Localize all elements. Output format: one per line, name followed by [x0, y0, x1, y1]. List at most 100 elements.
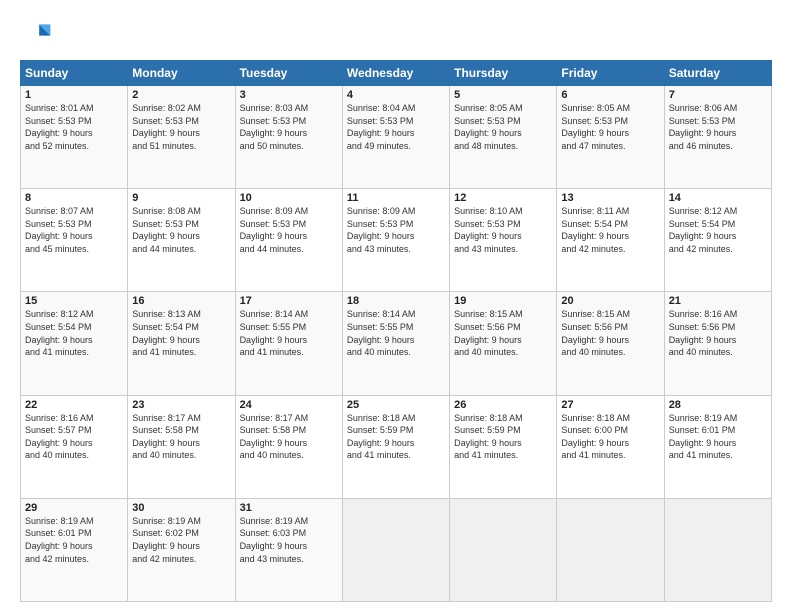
- calendar-table: SundayMondayTuesdayWednesdayThursdayFrid…: [20, 60, 772, 602]
- calendar-cell: [450, 498, 557, 601]
- day-number: 14: [669, 192, 767, 204]
- calendar-cell: 7 Sunrise: 8:06 AMSunset: 5:53 PMDayligh…: [664, 86, 771, 189]
- day-number: 19: [454, 295, 552, 307]
- day-info: Sunrise: 8:17 AMSunset: 5:58 PMDaylight:…: [240, 412, 338, 462]
- calendar-cell: 22 Sunrise: 8:16 AMSunset: 5:57 PMDaylig…: [21, 395, 128, 498]
- day-header-thursday: Thursday: [450, 61, 557, 86]
- day-info: Sunrise: 8:11 AMSunset: 5:54 PMDaylight:…: [561, 205, 659, 255]
- day-info: Sunrise: 8:13 AMSunset: 5:54 PMDaylight:…: [132, 308, 230, 358]
- day-number: 24: [240, 399, 338, 411]
- day-number: 21: [669, 295, 767, 307]
- day-number: 2: [132, 89, 230, 101]
- day-info: Sunrise: 8:18 AMSunset: 6:00 PMDaylight:…: [561, 412, 659, 462]
- calendar-week-2: 8 Sunrise: 8:07 AMSunset: 5:53 PMDayligh…: [21, 189, 772, 292]
- day-number: 1: [25, 89, 123, 101]
- day-info: Sunrise: 8:09 AMSunset: 5:53 PMDaylight:…: [347, 205, 445, 255]
- day-info: Sunrise: 8:15 AMSunset: 5:56 PMDaylight:…: [454, 308, 552, 358]
- calendar-cell: 30 Sunrise: 8:19 AMSunset: 6:02 PMDaylig…: [128, 498, 235, 601]
- logo: [20, 18, 56, 50]
- calendar-cell: 29 Sunrise: 8:19 AMSunset: 6:01 PMDaylig…: [21, 498, 128, 601]
- calendar-cell: 16 Sunrise: 8:13 AMSunset: 5:54 PMDaylig…: [128, 292, 235, 395]
- page: SundayMondayTuesdayWednesdayThursdayFrid…: [0, 0, 792, 612]
- calendar-cell: 3 Sunrise: 8:03 AMSunset: 5:53 PMDayligh…: [235, 86, 342, 189]
- day-info: Sunrise: 8:19 AMSunset: 6:03 PMDaylight:…: [240, 515, 338, 565]
- day-info: Sunrise: 8:19 AMSunset: 6:01 PMDaylight:…: [669, 412, 767, 462]
- day-header-wednesday: Wednesday: [342, 61, 449, 86]
- day-info: Sunrise: 8:16 AMSunset: 5:56 PMDaylight:…: [669, 308, 767, 358]
- calendar-cell: 27 Sunrise: 8:18 AMSunset: 6:00 PMDaylig…: [557, 395, 664, 498]
- day-number: 20: [561, 295, 659, 307]
- calendar-cell: 6 Sunrise: 8:05 AMSunset: 5:53 PMDayligh…: [557, 86, 664, 189]
- calendar-week-1: 1 Sunrise: 8:01 AMSunset: 5:53 PMDayligh…: [21, 86, 772, 189]
- day-info: Sunrise: 8:15 AMSunset: 5:56 PMDaylight:…: [561, 308, 659, 358]
- day-info: Sunrise: 8:07 AMSunset: 5:53 PMDaylight:…: [25, 205, 123, 255]
- calendar-cell: 14 Sunrise: 8:12 AMSunset: 5:54 PMDaylig…: [664, 189, 771, 292]
- day-info: Sunrise: 8:06 AMSunset: 5:53 PMDaylight:…: [669, 102, 767, 152]
- day-header-friday: Friday: [557, 61, 664, 86]
- calendar-cell: 19 Sunrise: 8:15 AMSunset: 5:56 PMDaylig…: [450, 292, 557, 395]
- calendar-cell: 24 Sunrise: 8:17 AMSunset: 5:58 PMDaylig…: [235, 395, 342, 498]
- day-number: 16: [132, 295, 230, 307]
- day-info: Sunrise: 8:10 AMSunset: 5:53 PMDaylight:…: [454, 205, 552, 255]
- calendar-cell: 28 Sunrise: 8:19 AMSunset: 6:01 PMDaylig…: [664, 395, 771, 498]
- day-info: Sunrise: 8:09 AMSunset: 5:53 PMDaylight:…: [240, 205, 338, 255]
- day-info: Sunrise: 8:14 AMSunset: 5:55 PMDaylight:…: [240, 308, 338, 358]
- calendar-cell: 2 Sunrise: 8:02 AMSunset: 5:53 PMDayligh…: [128, 86, 235, 189]
- day-header-sunday: Sunday: [21, 61, 128, 86]
- day-header-monday: Monday: [128, 61, 235, 86]
- calendar-cell: 15 Sunrise: 8:12 AMSunset: 5:54 PMDaylig…: [21, 292, 128, 395]
- day-number: 7: [669, 89, 767, 101]
- day-number: 6: [561, 89, 659, 101]
- calendar-cell: 11 Sunrise: 8:09 AMSunset: 5:53 PMDaylig…: [342, 189, 449, 292]
- day-number: 10: [240, 192, 338, 204]
- calendar-cell: 13 Sunrise: 8:11 AMSunset: 5:54 PMDaylig…: [557, 189, 664, 292]
- calendar-cell: 9 Sunrise: 8:08 AMSunset: 5:53 PMDayligh…: [128, 189, 235, 292]
- calendar-cell: 21 Sunrise: 8:16 AMSunset: 5:56 PMDaylig…: [664, 292, 771, 395]
- day-number: 31: [240, 502, 338, 514]
- calendar-cell: 31 Sunrise: 8:19 AMSunset: 6:03 PMDaylig…: [235, 498, 342, 601]
- calendar-cell: 20 Sunrise: 8:15 AMSunset: 5:56 PMDaylig…: [557, 292, 664, 395]
- header: [20, 18, 772, 50]
- calendar-cell: 10 Sunrise: 8:09 AMSunset: 5:53 PMDaylig…: [235, 189, 342, 292]
- day-info: Sunrise: 8:14 AMSunset: 5:55 PMDaylight:…: [347, 308, 445, 358]
- calendar-cell: 4 Sunrise: 8:04 AMSunset: 5:53 PMDayligh…: [342, 86, 449, 189]
- day-info: Sunrise: 8:17 AMSunset: 5:58 PMDaylight:…: [132, 412, 230, 462]
- day-number: 5: [454, 89, 552, 101]
- day-number: 23: [132, 399, 230, 411]
- calendar-cell: 17 Sunrise: 8:14 AMSunset: 5:55 PMDaylig…: [235, 292, 342, 395]
- calendar-cell: 25 Sunrise: 8:18 AMSunset: 5:59 PMDaylig…: [342, 395, 449, 498]
- calendar-week-4: 22 Sunrise: 8:16 AMSunset: 5:57 PMDaylig…: [21, 395, 772, 498]
- day-number: 15: [25, 295, 123, 307]
- day-number: 30: [132, 502, 230, 514]
- day-info: Sunrise: 8:16 AMSunset: 5:57 PMDaylight:…: [25, 412, 123, 462]
- calendar-week-3: 15 Sunrise: 8:12 AMSunset: 5:54 PMDaylig…: [21, 292, 772, 395]
- day-number: 26: [454, 399, 552, 411]
- calendar-cell: [664, 498, 771, 601]
- day-info: Sunrise: 8:19 AMSunset: 6:01 PMDaylight:…: [25, 515, 123, 565]
- day-number: 18: [347, 295, 445, 307]
- day-info: Sunrise: 8:04 AMSunset: 5:53 PMDaylight:…: [347, 102, 445, 152]
- calendar-cell: 8 Sunrise: 8:07 AMSunset: 5:53 PMDayligh…: [21, 189, 128, 292]
- day-number: 11: [347, 192, 445, 204]
- day-info: Sunrise: 8:19 AMSunset: 6:02 PMDaylight:…: [132, 515, 230, 565]
- day-info: Sunrise: 8:03 AMSunset: 5:53 PMDaylight:…: [240, 102, 338, 152]
- day-number: 13: [561, 192, 659, 204]
- day-header-tuesday: Tuesday: [235, 61, 342, 86]
- calendar-cell: [557, 498, 664, 601]
- calendar-cell: [342, 498, 449, 601]
- day-info: Sunrise: 8:12 AMSunset: 5:54 PMDaylight:…: [25, 308, 123, 358]
- day-number: 27: [561, 399, 659, 411]
- calendar-cell: 1 Sunrise: 8:01 AMSunset: 5:53 PMDayligh…: [21, 86, 128, 189]
- day-info: Sunrise: 8:18 AMSunset: 5:59 PMDaylight:…: [454, 412, 552, 462]
- day-number: 4: [347, 89, 445, 101]
- day-number: 25: [347, 399, 445, 411]
- day-number: 17: [240, 295, 338, 307]
- day-info: Sunrise: 8:01 AMSunset: 5:53 PMDaylight:…: [25, 102, 123, 152]
- calendar-week-5: 29 Sunrise: 8:19 AMSunset: 6:01 PMDaylig…: [21, 498, 772, 601]
- day-number: 12: [454, 192, 552, 204]
- day-number: 8: [25, 192, 123, 204]
- day-info: Sunrise: 8:02 AMSunset: 5:53 PMDaylight:…: [132, 102, 230, 152]
- day-number: 9: [132, 192, 230, 204]
- day-info: Sunrise: 8:05 AMSunset: 5:53 PMDaylight:…: [561, 102, 659, 152]
- calendar-header-row: SundayMondayTuesdayWednesdayThursdayFrid…: [21, 61, 772, 86]
